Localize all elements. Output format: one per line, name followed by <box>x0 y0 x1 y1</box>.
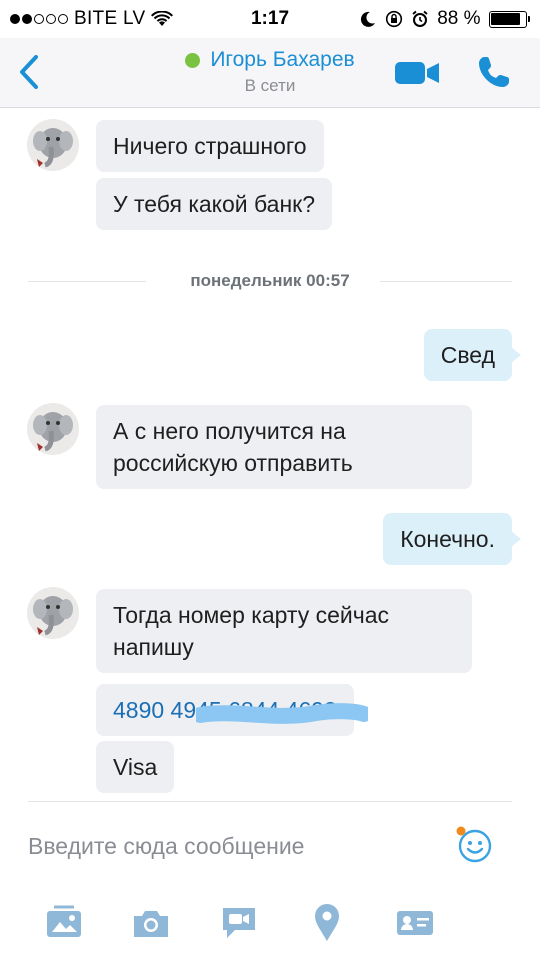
message-bubble-outgoing[interactable]: Конечно. <box>383 513 521 565</box>
contact-title[interactable]: Игорь Бахарев В сети <box>100 48 440 96</box>
composer-divider <box>28 801 512 802</box>
moon-icon <box>361 11 376 27</box>
date-separator: понедельник 00:57 <box>28 269 512 293</box>
contact-avatar[interactable] <box>27 119 79 171</box>
wifi-icon <box>151 11 174 26</box>
contact-card-button[interactable] <box>393 901 437 945</box>
video-message-icon <box>223 908 255 938</box>
battery-icon <box>488 10 530 28</box>
location-pin-icon <box>315 904 339 941</box>
location-button[interactable] <box>305 901 349 945</box>
contact-avatar[interactable] <box>27 587 79 639</box>
battery-percent: 88 % <box>437 8 481 29</box>
message-bubble-incoming[interactable]: У тебя какой банк? <box>96 178 333 230</box>
message-bubble-incoming[interactable]: Visa <box>96 741 175 793</box>
online-status-dot <box>185 52 201 68</box>
contact-name: Игорь Бахарев <box>210 48 355 71</box>
chat-header: Игорь Бахарев В сети <box>0 38 540 108</box>
elephant-avatar-icon <box>33 128 73 168</box>
message-bubble-incoming[interactable]: А с него получится на российскую отправи… <box>96 405 472 489</box>
message-bubble-incoming[interactable]: Тогда номер карту сейчас напишу <box>96 589 472 673</box>
message-list[interactable]: Ничего страшного У тебя какой банк? поне… <box>0 109 540 801</box>
contact-avatar[interactable] <box>27 403 79 455</box>
media-gallery-button[interactable] <box>42 901 86 945</box>
elephant-avatar-icon <box>33 412 73 452</box>
video-message-button[interactable] <box>217 901 261 945</box>
emoticon-button[interactable] <box>454 825 494 865</box>
media-gallery-icon <box>47 905 81 937</box>
rotation-lock-icon <box>386 10 403 28</box>
attachment-toolbar <box>0 901 540 945</box>
audio-call-button[interactable] <box>476 54 512 90</box>
message-bubble-outgoing[interactable]: Свед <box>423 329 522 381</box>
composer <box>0 801 540 960</box>
carrier-name: BITE LV <box>74 8 146 29</box>
video-call-button[interactable] <box>393 59 441 87</box>
signal-strength-icon <box>10 14 68 24</box>
alarm-icon <box>412 10 428 27</box>
presence-status: В сети <box>244 76 296 95</box>
contact-card-icon <box>397 911 433 935</box>
status-bar: BITE LV 1:17 88 % <box>0 0 540 38</box>
message-bubble-card-number[interactable]: 4890 4945 6844 4693 <box>96 684 354 736</box>
back-button[interactable] <box>14 52 44 92</box>
message-input[interactable] <box>28 823 428 869</box>
message-bubble-incoming[interactable]: Ничего страшного <box>96 120 324 172</box>
camera-button[interactable] <box>129 901 173 945</box>
elephant-avatar-icon <box>33 596 73 636</box>
camera-icon <box>134 911 168 937</box>
